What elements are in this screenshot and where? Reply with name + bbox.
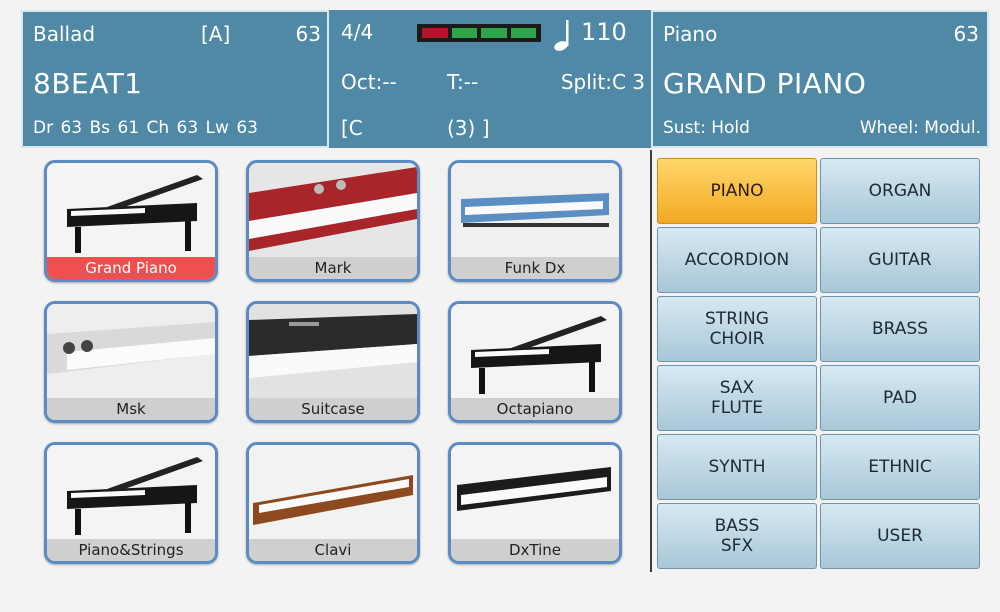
category-button-label: PAD xyxy=(883,387,917,408)
tempo-value: 110 xyxy=(581,18,627,46)
category-button-pad[interactable]: PAD xyxy=(820,365,980,431)
voice-card-label: Funk Dx xyxy=(451,257,619,279)
voice-card-label: Suitcase xyxy=(249,398,417,420)
keyboard-icon xyxy=(451,163,619,257)
chord-name: [C xyxy=(341,116,363,140)
category-button-string-choir[interactable]: STRING CHOIR xyxy=(657,296,817,362)
category-button-piano[interactable]: PIANO xyxy=(657,158,817,224)
voice-card-dxtine[interactable]: DxTine xyxy=(448,442,622,564)
wheel-mode: Wheel: Modul. xyxy=(859,118,981,138)
electric-piano-icon xyxy=(249,163,417,257)
category-button-label: BASS SFX xyxy=(714,515,760,556)
category-button-label: BRASS xyxy=(872,318,928,339)
voice-card-clavi[interactable]: Clavi xyxy=(246,442,420,564)
status-header: Ballad [A] 63 8BEAT1 Dr 63 Bs 61 Ch 63 L… xyxy=(21,10,989,148)
category-button-label: ETHNIC xyxy=(868,456,932,477)
voice-name: GRAND PIANO xyxy=(663,67,867,100)
voice-card-label: Mark xyxy=(249,257,417,279)
voice-card-piano-strings[interactable]: Piano&Strings xyxy=(44,442,218,564)
octave-value[interactable]: Oct:-- xyxy=(341,72,397,92)
voice-card-label: DxTine xyxy=(451,539,619,561)
voice-card-grand-piano[interactable]: Grand Piano xyxy=(44,160,218,282)
voice-card-msk[interactable]: Msk xyxy=(44,301,218,423)
category-button-guitar[interactable]: GUITAR xyxy=(820,227,980,293)
voice-card-funk-dx[interactable]: Funk Dx xyxy=(448,160,622,282)
category-button-user[interactable]: USER xyxy=(820,503,980,569)
style-bank: 63 xyxy=(295,22,321,46)
time-signature: 4/4 xyxy=(341,20,374,44)
category-button-synth[interactable]: SYNTH xyxy=(657,434,817,500)
style-panel[interactable]: Ballad [A] 63 8BEAT1 Dr 63 Bs 61 Ch 63 L… xyxy=(21,10,329,148)
voice-card-octapiano[interactable]: Octapiano xyxy=(448,301,622,423)
category-button-label: PIANO xyxy=(710,180,764,201)
category-button-label: USER xyxy=(877,525,923,546)
chord-inversion: (3) ] xyxy=(447,116,490,140)
beat-indicator xyxy=(417,24,541,42)
grand-piano-icon xyxy=(47,163,215,257)
beat-segment xyxy=(451,28,477,38)
quarter-note-icon xyxy=(554,20,569,51)
synth-keyboard-icon xyxy=(451,445,619,539)
arranger-panel: 4/4 110 Oct:-- T:-- Split:C 3 [C (3) ] xyxy=(329,10,651,148)
category-button-label: SAX FLUTE xyxy=(711,377,763,418)
voice-card-label: Grand Piano xyxy=(47,257,215,279)
voice-card-label: Msk xyxy=(47,398,215,420)
voice-card-label: Piano&Strings xyxy=(47,539,215,561)
category-button-label: ACCORDION xyxy=(684,249,790,270)
category-button-ethnic[interactable]: ETHNIC xyxy=(820,434,980,500)
voice-bank: 63 xyxy=(953,22,979,46)
stage-piano-icon xyxy=(47,304,215,398)
style-parts: Dr 63 Bs 61 Ch 63 Lw 63 xyxy=(33,118,258,138)
style-variation: [A] xyxy=(201,22,231,46)
voice-family: Piano xyxy=(663,22,718,46)
voice-card-label: Octapiano xyxy=(451,398,619,420)
grand-piano-icon xyxy=(47,445,215,539)
category-button-organ[interactable]: ORGAN xyxy=(820,158,980,224)
beat-segment xyxy=(481,28,507,38)
voice-panel[interactable]: Piano 63 GRAND PIANO Sust: Hold Wheel: M… xyxy=(651,10,989,148)
panel-divider xyxy=(650,150,652,572)
category-button-accordion[interactable]: ACCORDION xyxy=(657,227,817,293)
beat-segment xyxy=(510,28,536,38)
category-button-sax-flute[interactable]: SAX FLUTE xyxy=(657,365,817,431)
category-button-bass-sfx[interactable]: BASS SFX xyxy=(657,503,817,569)
transpose-value[interactable]: T:-- xyxy=(447,72,478,92)
voice-card-mark[interactable]: Mark xyxy=(246,160,420,282)
category-button-label: GUITAR xyxy=(868,249,932,270)
beat-segment xyxy=(422,28,448,38)
style-name: Ballad xyxy=(33,22,96,46)
split-point[interactable]: Split:C 3 xyxy=(561,72,645,92)
suitcase-piano-icon xyxy=(249,304,417,398)
category-button-label: STRING CHOIR xyxy=(705,308,769,349)
category-button-brass[interactable]: BRASS xyxy=(820,296,980,362)
style-title: 8BEAT1 xyxy=(33,67,143,100)
category-button-label: ORGAN xyxy=(868,180,932,201)
voice-card-label: Clavi xyxy=(249,539,417,561)
sustain-mode: Sust: Hold xyxy=(663,118,750,138)
voice-card-suitcase[interactable]: Suitcase xyxy=(246,301,420,423)
category-button-label: SYNTH xyxy=(708,456,766,477)
clavinet-icon xyxy=(249,445,417,539)
grand-piano-icon xyxy=(451,304,619,398)
